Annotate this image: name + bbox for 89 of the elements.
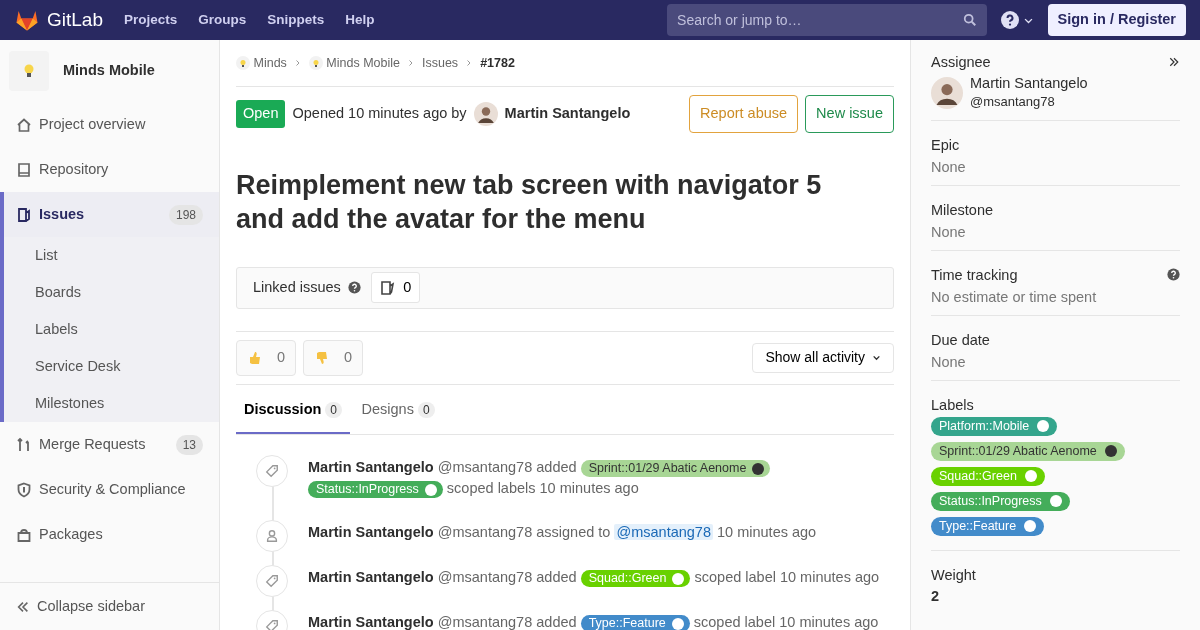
label-tag[interactable]: Sprint::01/29 Abatic Aenome (931, 441, 1125, 461)
author-link[interactable]: Martin Santangelo (504, 103, 631, 125)
mention-link[interactable]: @msantang78 (614, 524, 713, 541)
new-issue-button[interactable]: New issue (805, 95, 894, 133)
activity-text: @msantang78 assigned to (437, 524, 611, 541)
help-icon[interactable] (1167, 268, 1180, 281)
home-icon (16, 116, 32, 133)
sign-in-button[interactable]: Sign in / Register (1047, 4, 1186, 36)
sidebar-subitem[interactable]: List (4, 237, 219, 274)
author-link[interactable]: Martin Santangelo (308, 459, 434, 476)
breadcrumb-link[interactable]: Minds (236, 53, 287, 73)
brand-name[interactable]: GitLab (47, 5, 103, 35)
breadcrumb-link[interactable]: Issues (422, 53, 459, 73)
double-chevron-right-icon[interactable] (1168, 56, 1180, 68)
chevron-right-icon (293, 59, 302, 67)
activity-text: scoped labels 10 minutes ago (446, 480, 639, 497)
author-link[interactable]: Martin Santangelo (308, 524, 434, 541)
issues-icon (380, 279, 397, 296)
tag-icon (265, 619, 279, 630)
section-value: 2 (931, 586, 941, 605)
reaction-button[interactable]: 0 (236, 339, 297, 376)
section-title: Due date (931, 330, 990, 350)
count-badge: 198 (168, 204, 203, 225)
nav-link[interactable]: Help (345, 9, 375, 31)
tag-icon (265, 464, 279, 479)
section-title: Weight (931, 565, 976, 585)
section-value: No estimate or time spent (931, 287, 1098, 307)
double-chevron-left-icon (16, 599, 30, 614)
status-badge: Open (236, 100, 286, 128)
section-title: Milestone (931, 200, 994, 220)
package-icon (16, 526, 32, 543)
label-tag[interactable]: Type::Feature (580, 615, 690, 630)
author-link[interactable]: Martin Santangelo (308, 569, 434, 586)
breadcrumb-link[interactable]: Minds Mobile (308, 53, 400, 73)
help-icon[interactable] (1001, 11, 1020, 29)
section-value: None (931, 157, 967, 177)
issue-title: Reimplement new tab screen with navigator 5 and add the avatar for the menu (236, 169, 823, 236)
section-title: Time tracking (931, 265, 1018, 285)
assignee-username: @msantang78 (970, 93, 1056, 111)
section-title: Assignee (931, 53, 991, 72)
sidebar-subitem[interactable]: Service Desk (4, 348, 219, 385)
tag-icon (265, 574, 279, 589)
activity-text: scoped label 10 minutes ago (693, 614, 879, 630)
activity-text: scoped label 10 minutes ago (694, 569, 880, 586)
sidebar-subitem[interactable]: Labels (4, 311, 219, 348)
tab[interactable]: Designs 0 (353, 384, 443, 435)
section-value: None (931, 352, 967, 372)
activity-filter-dropdown[interactable]: Show all activity (752, 342, 894, 373)
nav-link[interactable]: Snippets (267, 9, 325, 31)
avatar (473, 102, 498, 126)
section-title: Epic (931, 135, 960, 155)
search-icon[interactable] (963, 13, 978, 27)
activity-text: @msantang78 added (437, 614, 577, 630)
help-icon[interactable] (347, 281, 361, 294)
reaction-button[interactable]: 0 (303, 339, 364, 376)
sidebar-item[interactable]: Project overview (0, 102, 219, 147)
sidebar-item[interactable]: Merge Requests 13 (0, 422, 219, 467)
sidebar-subitem[interactable]: Milestones (4, 385, 219, 422)
nav-link[interactable]: Projects (124, 9, 178, 31)
sidebar-item[interactable]: Packages (0, 512, 219, 557)
section-title: Labels (931, 395, 974, 415)
activity-text: @msantang78 added (437, 569, 577, 586)
count-badge: 13 (175, 434, 203, 455)
shield-icon (16, 481, 32, 498)
linked-issues-count[interactable]: 0 (371, 271, 421, 304)
assignee-name[interactable]: Martin Santangelo (970, 74, 1088, 92)
nav-link[interactable]: Groups (198, 9, 247, 31)
issues-icon (16, 206, 32, 223)
sidebar-item[interactable]: Security & Compliance (0, 467, 219, 512)
chevron-right-icon (407, 59, 415, 67)
sidebar-item[interactable]: Repository (0, 147, 219, 192)
activity-text: 10 minutes ago (717, 524, 817, 541)
project-name[interactable]: Minds Mobile (63, 60, 155, 82)
sidebar-subitem[interactable]: Boards (4, 274, 219, 311)
activity-text: @msantang78 added (437, 459, 577, 476)
label-tag[interactable]: Sprint::01/29 Abatic Aenome (580, 460, 771, 478)
label-tag[interactable]: Type::Feature (931, 516, 1045, 536)
chevron-down-icon (872, 353, 881, 362)
avatar (931, 76, 963, 109)
opened-text: Opened 10 minutes ago by (292, 104, 467, 124)
search-field[interactable]: Search or jump to… (667, 4, 988, 36)
section-value: None (931, 222, 967, 242)
breadcrumb-link[interactable]: #1782 (480, 53, 515, 73)
book-icon (16, 161, 32, 178)
tab[interactable]: Discussion 0 (236, 384, 351, 435)
user-icon (265, 529, 279, 544)
panel-title: Linked issues (253, 277, 341, 297)
author-link[interactable]: Martin Santangelo (308, 614, 434, 630)
merge-request-icon (16, 436, 32, 453)
